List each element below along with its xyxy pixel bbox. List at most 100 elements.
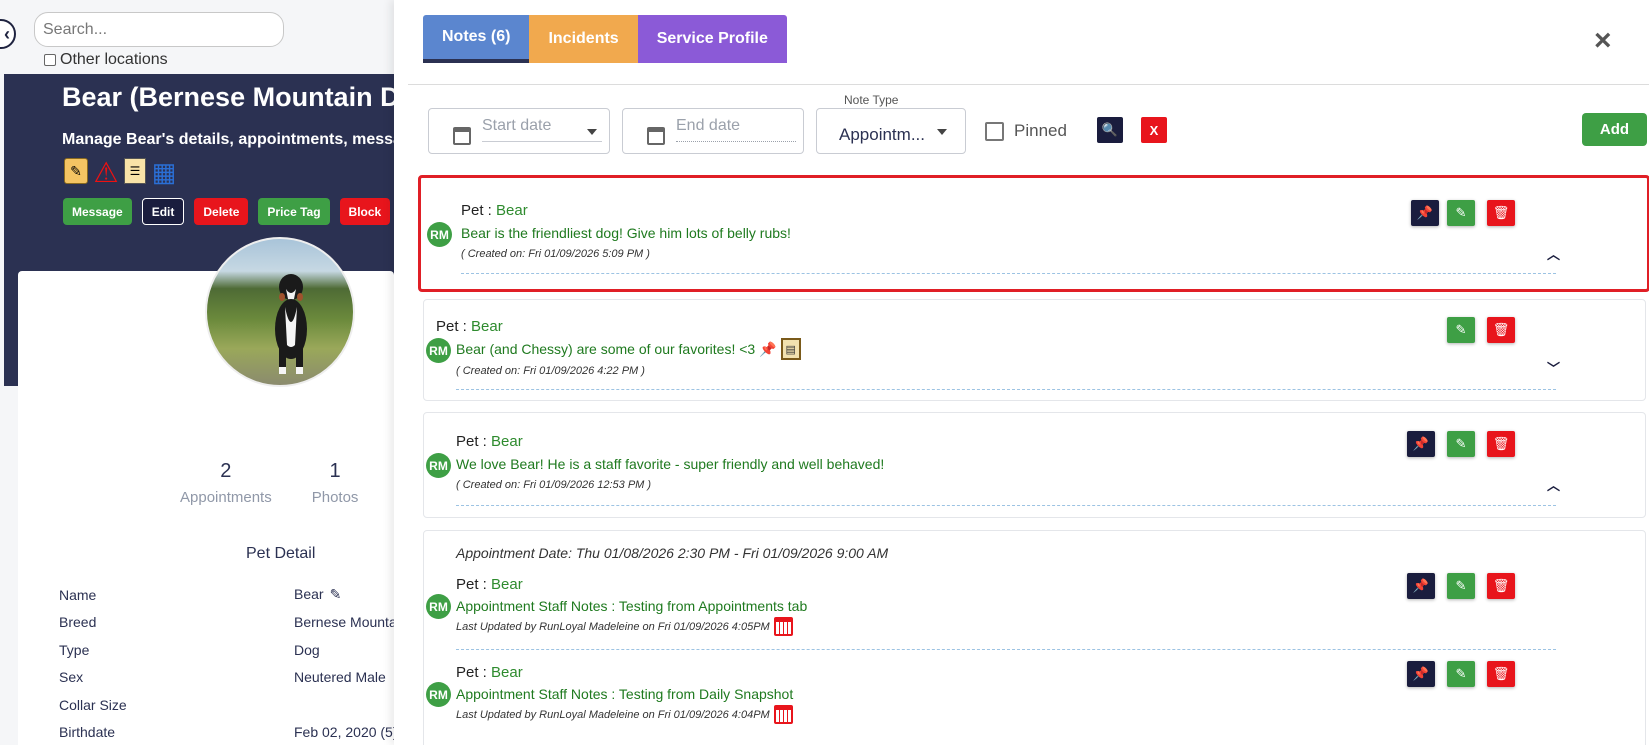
chevron-down-icon[interactable] (937, 129, 947, 135)
detail-key: Sex (59, 669, 84, 686)
trash-icon: 🗑 (1492, 205, 1510, 220)
tab-notes[interactable]: Notes (6) (423, 15, 530, 63)
edit-note-button[interactable]: ✎ (1447, 661, 1475, 687)
detail-row-name: Name Bear ✎ (59, 581, 394, 609)
note-text: We love Bear! He is a staff favorite - s… (456, 456, 884, 472)
delete-note-button[interactable]: 🗑 (1487, 661, 1515, 687)
end-date-placeholder: End date (676, 117, 796, 142)
pet-name[interactable]: Bear (491, 576, 523, 593)
other-locations-toggle[interactable]: Other locations (44, 51, 168, 69)
edit-button[interactable]: Edit (141, 198, 185, 225)
dog-illustration (275, 274, 307, 374)
pinned-label: Pinned (1014, 121, 1067, 140)
pet-name[interactable]: Bear (496, 202, 528, 219)
divider (408, 84, 1649, 85)
pinned-checkbox[interactable] (985, 121, 1004, 141)
pet-label: Pet : (436, 318, 467, 335)
note-card: Pet : Bear RM We love Bear! He is a staf… (423, 412, 1646, 518)
delete-note-button[interactable]: 🗑 (1487, 200, 1515, 226)
start-date-placeholder: Start date (482, 117, 602, 142)
note-type-select[interactable]: Appointm... (816, 108, 966, 154)
search-button[interactable]: 🔍 (1097, 117, 1123, 143)
back-button[interactable]: ‹ (0, 19, 16, 49)
calendar-icon[interactable] (773, 705, 793, 724)
qr-code-icon[interactable]: ▦ (150, 157, 178, 187)
stat-label: Appointments (180, 489, 272, 506)
author-avatar: RM (426, 682, 451, 707)
pin-icon: 📌 (1412, 666, 1430, 681)
note-pet-line: Pet : Bear (436, 318, 503, 335)
pin-icon: 📌 (1416, 205, 1434, 220)
other-locations-checkbox[interactable] (44, 54, 56, 66)
pet-detail-list: Name Bear ✎ Breed Bernese Mounta Type Dog… (59, 581, 394, 745)
note-text-content: We love Bear! He is a staff favorite - s… (456, 456, 885, 472)
edit-note-button[interactable]: ✎ (1447, 431, 1475, 457)
detail-value: Bear (294, 586, 324, 603)
note-pet-line: Pet : Bear (461, 202, 528, 219)
pet-profile-page: ‹ Other locations Bear (Bernese Mountain… (0, 0, 394, 745)
pin-button[interactable]: 📌 (1407, 661, 1435, 687)
delete-note-button[interactable]: 🗑 (1487, 573, 1515, 599)
note-created: ( Created on: Fri 01/09/2026 12:53 PM ) (456, 479, 652, 491)
message-button[interactable]: Message (63, 198, 132, 225)
pet-name[interactable]: Bear (491, 664, 523, 681)
edit-note-button[interactable]: ✎ (1447, 573, 1475, 599)
edit-icon: ✎ (1455, 666, 1467, 681)
edit-note-button[interactable]: ✎ (1447, 317, 1475, 343)
delete-button[interactable]: Delete (194, 198, 249, 225)
edit-icon: ✎ (1455, 322, 1467, 337)
detail-row-breed: Breed Bernese Mounta (59, 609, 394, 637)
close-icon[interactable]: × (1594, 24, 1612, 58)
pin-icon: 📌 (1412, 436, 1430, 451)
pet-name[interactable]: Bear (471, 318, 503, 335)
staff-note-label: Appointment Staff Notes : (456, 598, 616, 614)
divider (456, 389, 1556, 390)
tab-incidents[interactable]: Incidents (529, 15, 638, 63)
panel-tabs: Notes (6) Incidents Service Profile (423, 15, 787, 63)
chevron-down-icon[interactable]: ﹀ (1547, 358, 1560, 377)
pet-detail-heading: Pet Detail (246, 545, 316, 562)
search-input[interactable] (34, 12, 284, 47)
chevron-up-icon[interactable]: ︿ (1547, 475, 1560, 494)
staff-note: Appointment Staff Notes : Testing from A… (456, 598, 807, 614)
chevron-up-icon[interactable]: ︿ (1547, 244, 1560, 263)
staff-note: Appointment Staff Notes : Testing from D… (456, 686, 793, 702)
price-tag-button[interactable]: Price Tag (258, 198, 330, 225)
pet-photo[interactable] (205, 237, 355, 387)
tab-service-profile[interactable]: Service Profile (637, 15, 787, 63)
edit-icon: ✎ (1455, 436, 1467, 451)
pencil-icon[interactable]: ✎ (330, 586, 342, 603)
quick-icons: ✎ ⚠ ☰ ▦ (64, 157, 178, 188)
block-button[interactable]: Block (339, 198, 391, 225)
start-date-field[interactable]: Start date (428, 108, 610, 154)
stat-appointments[interactable]: 2 Appointments (180, 460, 272, 506)
pinned-filter[interactable]: Pinned (985, 121, 1067, 141)
author-avatar: RM (427, 222, 452, 247)
warning-icon[interactable]: ⚠ (92, 157, 120, 188)
delete-note-button[interactable]: 🗑 (1487, 431, 1515, 457)
add-note-button[interactable]: Add (1582, 113, 1647, 146)
edit-note-button[interactable]: ✎ (1447, 200, 1475, 226)
clear-filters-button[interactable]: X (1141, 117, 1167, 143)
end-date-field[interactable]: End date (622, 108, 804, 154)
delete-note-button[interactable]: 🗑 (1487, 317, 1515, 343)
pin-button[interactable]: 📌 (1411, 200, 1439, 226)
page-title: Bear (Bernese Mountain Do (62, 82, 394, 112)
trash-icon: 🗑 (1492, 322, 1510, 337)
calendar-icon[interactable] (773, 617, 793, 636)
chevron-down-icon[interactable] (587, 129, 597, 135)
note-text-content: Bear (and Chessy) are some of our favori… (456, 341, 756, 357)
note-icon[interactable]: ✎ (64, 158, 88, 184)
pin-button[interactable]: 📌 (1407, 431, 1435, 457)
page-subtitle: Manage Bear's details, appointments, mes… (62, 131, 394, 148)
trash-icon: 🗑 (1492, 578, 1510, 593)
clipboard-icon[interactable]: ☰ (124, 158, 146, 184)
note-pet-line: Pet : Bear (456, 664, 523, 681)
pet-name[interactable]: Bear (491, 433, 523, 450)
pin-button[interactable]: 📌 (1407, 573, 1435, 599)
detail-value: Feb 02, 2020 (5) (294, 724, 394, 741)
staff-note-value: Testing from Daily Snapshot (618, 686, 794, 702)
appointment-notes-card: Appointment Date: Thu 01/08/2026 2:30 PM… (423, 530, 1646, 745)
stat-photos[interactable]: 1 Photos (312, 460, 359, 506)
detail-key: Name (59, 586, 97, 603)
